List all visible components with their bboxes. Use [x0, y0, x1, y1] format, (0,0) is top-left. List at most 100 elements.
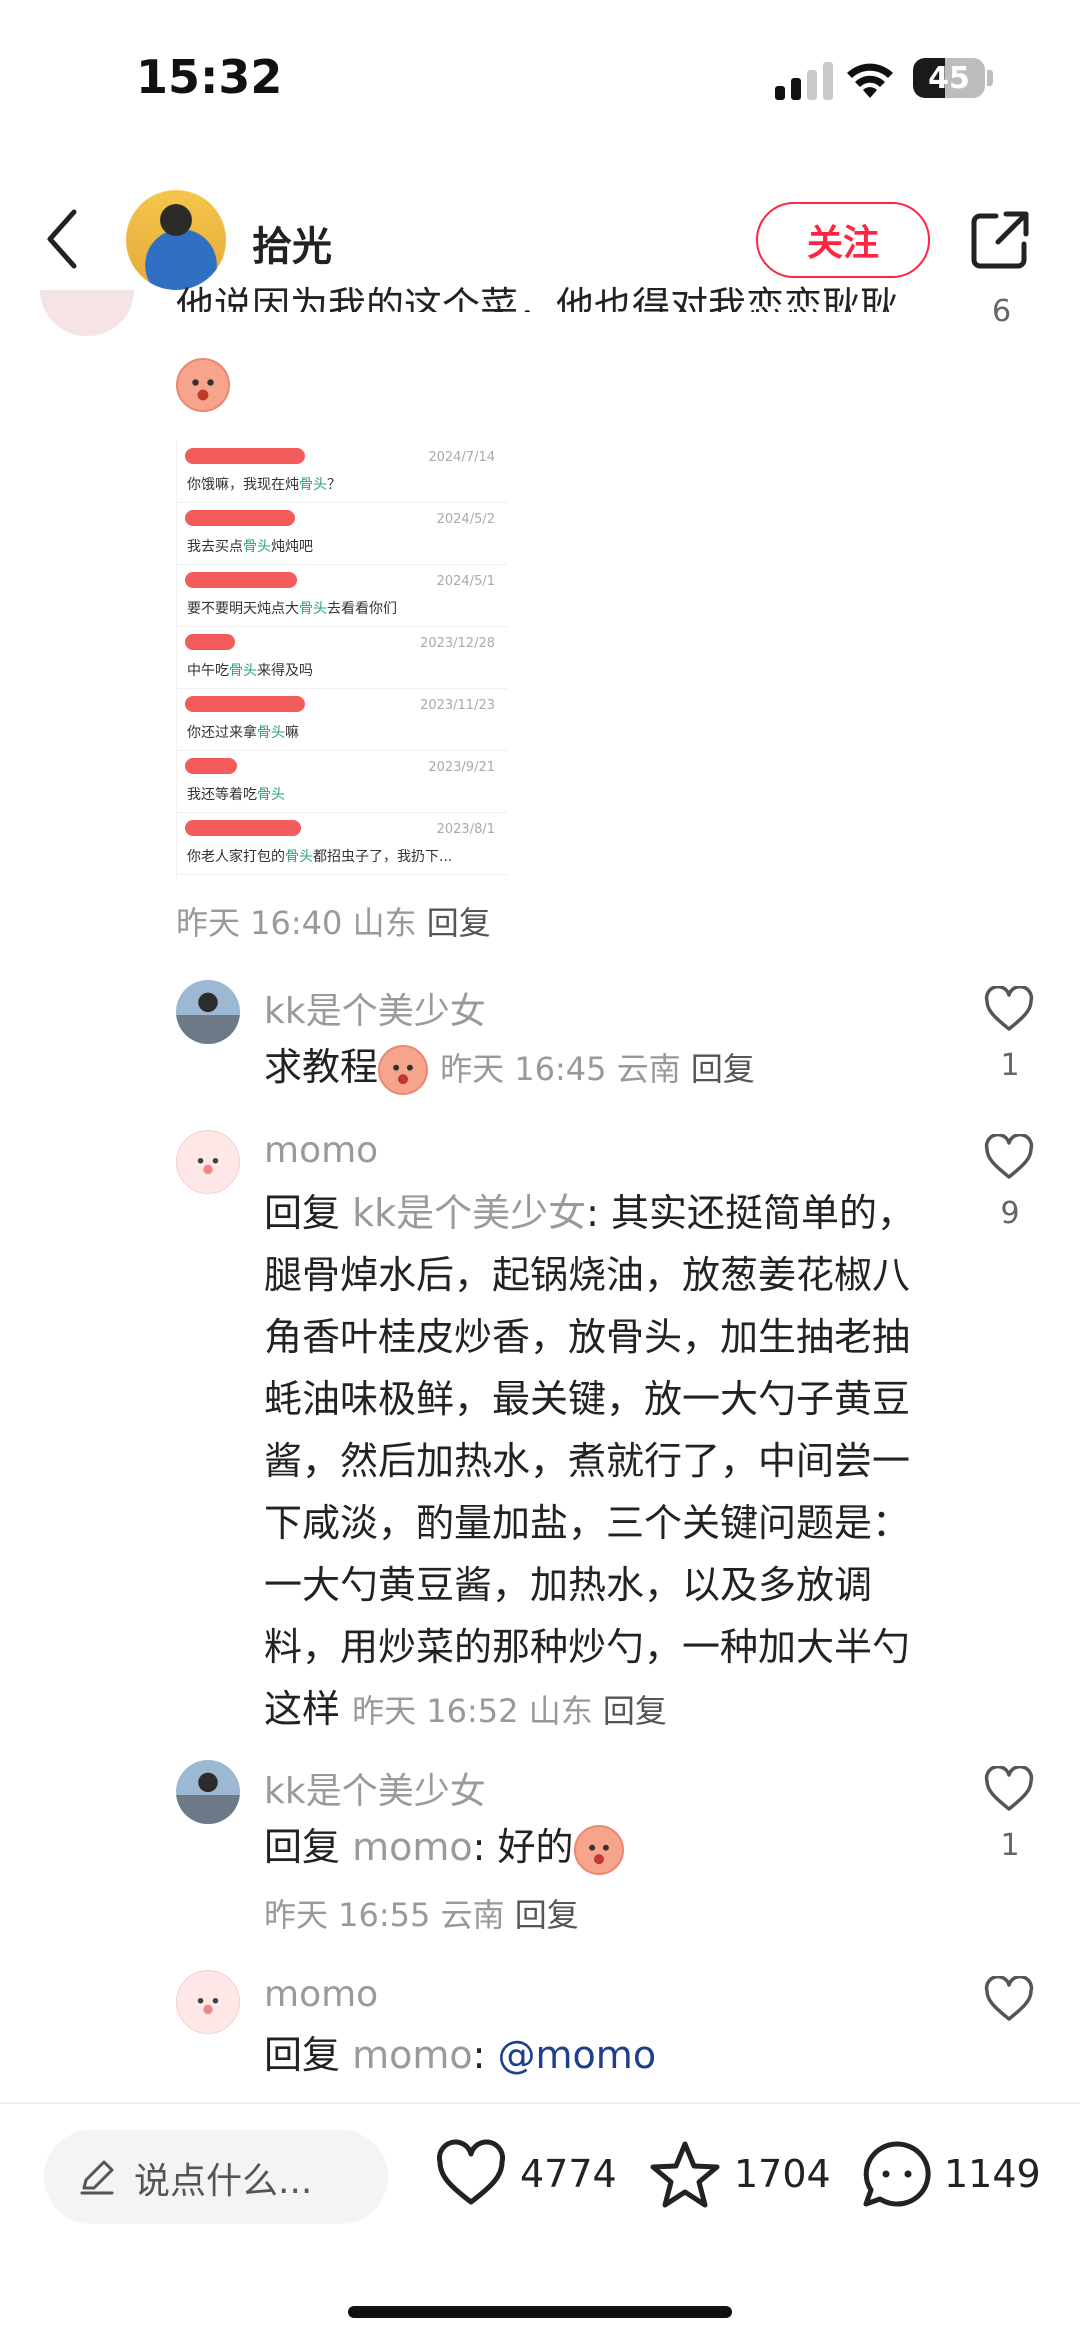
battery-icon: 45 — [913, 58, 985, 98]
commenter-avatar[interactable] — [40, 290, 134, 336]
reply-to-user[interactable]: momo — [352, 2033, 473, 2077]
reply-author[interactable]: momo — [264, 1130, 378, 1171]
chat-message-pre: 你饿嘛，我现在炖 — [187, 477, 299, 493]
pencil-icon — [80, 2160, 114, 2195]
reply-text: 回复 momo: @momo — [264, 2024, 944, 2086]
chat-message: 要不要明天炖点大骨头去看看你们 — [187, 598, 397, 618]
chat-keyword: 骨头 — [257, 725, 285, 741]
chat-row: 2024/5/1 要不要明天炖点大骨头去看看你们 — [177, 564, 507, 627]
comment-image[interactable]: 2024/7/14 你饿嘛，我现在炖骨头？ 2024/5/2 我去买点骨头炖炖吧 202… — [176, 440, 507, 880]
comment-text-partial: 他说因为我的这个菜，他也得对我恋恋耿耿 — [176, 284, 899, 312]
chat-date: 2023/9/21 — [428, 760, 495, 775]
battery-tip — [987, 70, 993, 86]
reply-text-content: : 其实还挺简单的，腿骨焯水后，起锅烧油，放葱姜花椒八角香叶桂皮炒香，放骨头，加… — [264, 1191, 916, 1731]
chat-keyword: 骨头 — [285, 849, 313, 865]
reply-button[interactable]: 回复 — [427, 904, 491, 942]
like-count: 9 — [1000, 1196, 1020, 1231]
reply-text: 求教程 昨天 16:45 云南 回复 — [264, 1036, 944, 1100]
chat-message-post: 去看看你们 — [327, 601, 397, 617]
home-indicator — [348, 2306, 732, 2318]
reply-time: 昨天 16:55 — [264, 1896, 431, 1934]
chat-message: 我去买点骨头炖炖吧 — [187, 536, 313, 556]
chat-message-post: 嘛 — [285, 725, 299, 741]
reply-meta: 昨天 16:52 山东 回复 — [352, 1692, 667, 1730]
comment-input-placeholder[interactable]: 说点什么... — [134, 2152, 312, 2204]
battery-level: 45 — [928, 61, 970, 96]
redaction-bar — [185, 696, 305, 712]
reply-author[interactable]: kk是个美少女 — [264, 982, 486, 1034]
like-count: 1 — [1000, 1828, 1020, 1863]
comment-time: 昨天 16:40 — [176, 904, 343, 942]
comment-location: 山东 — [352, 904, 417, 942]
reply-button[interactable]: 回复 — [515, 1896, 579, 1934]
reply-text: 回复 momo: 好的 — [264, 1816, 944, 1878]
reply-text-content: 求教程 — [264, 1045, 379, 1089]
redaction-bar — [185, 634, 235, 650]
redaction-bar — [185, 510, 295, 526]
heart-icon[interactable] — [984, 986, 1034, 1032]
comment-meta: 昨天 16:40 山东 回复 — [176, 898, 491, 944]
reply-location: 云南 — [616, 1050, 681, 1088]
chat-keyword: 骨头 — [299, 601, 327, 617]
chat-row: 2024/7/14 你饿嘛，我现在炖骨头？ — [177, 440, 507, 503]
chat-row: 2023/9/21 我还等着吃骨头 — [177, 750, 507, 813]
reply-meta: 昨天 16:55 云南 回复 — [264, 1890, 579, 1936]
heart-icon[interactable] — [984, 1134, 1034, 1180]
chat-message-pre: 要不要明天炖点大 — [187, 601, 299, 617]
reply-time: 昨天 16:45 — [440, 1050, 607, 1088]
heart-icon[interactable] — [984, 1976, 1034, 2022]
avatar[interactable] — [176, 1760, 240, 1824]
chat-date: 2024/7/14 — [428, 450, 495, 465]
surprised-emoji-icon — [573, 1824, 624, 1875]
chat-message-pre: 中午吃 — [187, 663, 229, 679]
share-icon[interactable] — [970, 210, 1030, 270]
reply-author[interactable]: kk是个美少女 — [264, 1762, 486, 1814]
chat-message: 我还等着吃骨头 — [187, 784, 285, 804]
comment-bubble-icon[interactable] — [860, 2138, 934, 2212]
chat-message: 你老人家打包的骨头都招虫子了，我扔下... — [187, 846, 452, 866]
avatar[interactable] — [176, 1970, 240, 2034]
cellular-signal-icon — [775, 62, 833, 100]
redaction-bar — [185, 820, 301, 836]
chat-keyword: 骨头 — [243, 539, 271, 555]
reply-to-user[interactable]: momo — [352, 1825, 473, 1869]
reply-prefix: 回复 — [264, 2033, 341, 2077]
avatar[interactable] — [176, 980, 240, 1044]
like-count: 1 — [1000, 1048, 1020, 1083]
back-arrow-icon[interactable] — [40, 206, 84, 272]
reply-button[interactable]: 回复 — [603, 1692, 667, 1730]
reply-meta: 昨天 16:45 云南 回复 — [440, 1050, 755, 1088]
redaction-bar — [185, 572, 297, 588]
redaction-bar — [185, 758, 237, 774]
like-heart-icon[interactable] — [434, 2138, 508, 2212]
comment-count: 1149 — [944, 2152, 1041, 2196]
chat-date: 2023/12/28 — [420, 636, 495, 651]
chat-message: 你还过来拿骨头嘛 — [187, 722, 299, 742]
chat-row: 2023/12/28 中午吃骨头来得及吗 — [177, 626, 507, 689]
chat-message-post: 来得及吗 — [257, 663, 313, 679]
mention-link[interactable]: @momo — [498, 2033, 657, 2077]
avatar[interactable] — [176, 1130, 240, 1194]
chat-message-pre: 你还过来拿 — [187, 725, 257, 741]
chat-message: 你饿嘛，我现在炖骨头？ — [187, 474, 341, 494]
reply-author[interactable]: momo — [264, 1974, 378, 2015]
chat-row: 2023/8/1 你老人家打包的骨头都招虫子了，我扔下... — [177, 812, 507, 875]
reply-time: 昨天 16:52 — [352, 1692, 519, 1730]
author-name[interactable]: 拾光 — [252, 214, 332, 272]
status-time: 15:32 — [136, 50, 283, 104]
chat-message-pre: 我去买点 — [187, 539, 243, 555]
chat-message-pre: 我还等着吃 — [187, 787, 257, 803]
star-icon[interactable] — [648, 2138, 722, 2212]
reply-to-user[interactable]: kk是个美少女 — [352, 1191, 586, 1235]
redaction-bar — [185, 448, 305, 464]
reply-location: 云南 — [440, 1896, 505, 1934]
heart-icon[interactable] — [984, 1766, 1034, 1812]
chat-date: 2023/11/23 — [420, 698, 495, 713]
follow-button[interactable]: 关注 — [756, 202, 930, 278]
favorite-count: 1704 — [734, 2152, 831, 2196]
chat-message-pre: 你老人家打包的 — [187, 849, 285, 865]
chat-row: 2024/5/2 我去买点骨头炖炖吧 — [177, 502, 507, 565]
chat-message-post: 都招虫子了，我扔下... — [313, 849, 453, 865]
reply-button[interactable]: 回复 — [691, 1050, 755, 1088]
like-count-total: 4774 — [520, 2152, 617, 2196]
